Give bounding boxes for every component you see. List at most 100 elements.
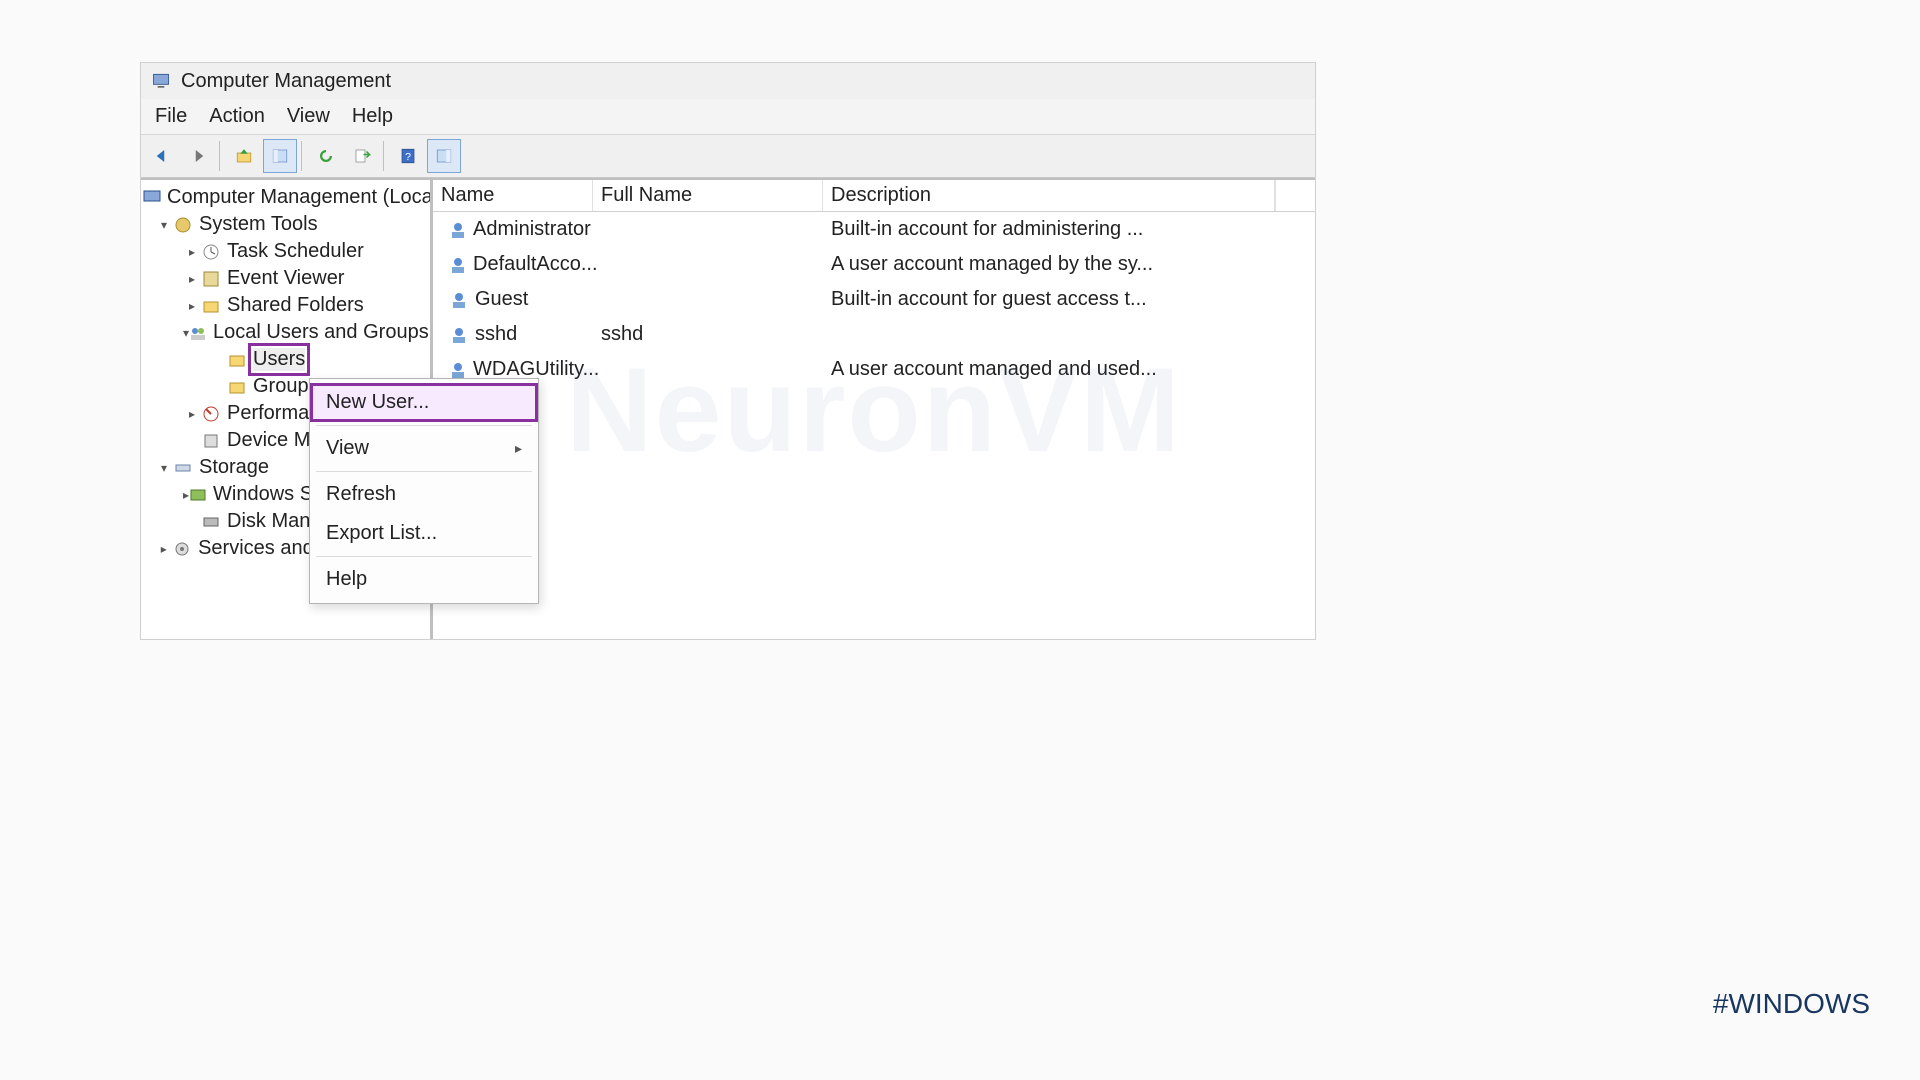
show-pane-button[interactable]: [263, 139, 297, 173]
cm-separator: [316, 556, 532, 557]
list-row[interactable]: WDAGUtility...A user account managed and…: [433, 352, 1315, 387]
cm-new-user[interactable]: New User...: [310, 383, 538, 422]
svg-text:?: ?: [405, 151, 411, 163]
list-header: Name Full Name Description: [433, 180, 1315, 212]
cm-refresh[interactable]: Refresh: [310, 475, 538, 514]
cm-label: New User...: [326, 391, 429, 414]
disk-icon: [201, 512, 221, 532]
toolbar-separator: [219, 141, 223, 171]
user-description: Built-in account for guest access t...: [831, 288, 1147, 310]
list-rows: Administrator Built-in account for admini…: [433, 212, 1315, 387]
tree-label: System Tools: [199, 213, 318, 236]
cm-label: Help: [326, 568, 367, 591]
user-icon: [449, 360, 467, 380]
storage-icon: [173, 458, 193, 478]
tree-task-scheduler[interactable]: ▸ Task Scheduler: [141, 238, 430, 265]
tree-local-users-groups[interactable]: ▾ Local Users and Groups: [141, 319, 430, 346]
cm-separator: [316, 471, 532, 472]
computer-management-icon: [151, 71, 171, 91]
user-icon: [449, 220, 467, 240]
cm-help[interactable]: Help: [310, 560, 538, 599]
tree-label: Users: [253, 348, 305, 371]
event-icon: [201, 269, 221, 289]
expand-icon[interactable]: ▸: [155, 542, 173, 556]
menu-file[interactable]: File: [155, 105, 187, 128]
reflection-effect: [140, 640, 1316, 940]
backup-icon: [189, 485, 207, 505]
expand-icon[interactable]: ▸: [183, 272, 201, 286]
collapse-icon[interactable]: ▾: [155, 461, 173, 475]
tree-label: Task Scheduler: [227, 240, 364, 263]
list-pane: NeuronVM Name Full Name Description Admi…: [433, 180, 1315, 639]
col-name[interactable]: Name: [433, 180, 593, 211]
col-full-name[interactable]: Full Name: [593, 180, 823, 211]
user-full-name: sshd: [601, 323, 643, 345]
window-title: Computer Management: [181, 70, 391, 93]
help-button[interactable]: ?: [391, 139, 425, 173]
col-spacer: [1275, 180, 1315, 211]
user-name: DefaultAcco...: [473, 253, 598, 276]
cm-label: Refresh: [326, 483, 396, 506]
user-name: sshd: [475, 323, 517, 346]
toolbar-separator: [383, 141, 387, 171]
toolbar: ?: [141, 134, 1315, 178]
user-description: A user account managed and used...: [831, 358, 1157, 380]
tree-label: Computer Management (Local): [167, 186, 433, 209]
forward-button[interactable]: [181, 139, 215, 173]
toolbar-separator: [301, 141, 305, 171]
user-icon: [449, 325, 469, 345]
collapse-icon[interactable]: ▾: [155, 218, 173, 232]
folder-icon: [227, 350, 247, 370]
menu-help[interactable]: Help: [352, 105, 393, 128]
tree-shared-folders[interactable]: ▸ Shared Folders: [141, 292, 430, 319]
menubar: File Action View Help: [141, 99, 1315, 134]
hashtag-label: #WINDOWS: [1713, 988, 1870, 1020]
user-description: A user account managed by the sy...: [831, 253, 1153, 275]
cm-separator: [316, 425, 532, 426]
tree-system-tools[interactable]: ▾ System Tools: [141, 211, 430, 238]
export-button[interactable]: [345, 139, 379, 173]
context-menu: New User... View ▸ Refresh Export List...…: [309, 378, 539, 604]
user-icon: [449, 255, 467, 275]
user-description: Built-in account for administering ...: [831, 218, 1143, 240]
cm-view[interactable]: View ▸: [310, 429, 538, 468]
cm-export[interactable]: Export List...: [310, 514, 538, 553]
folder-share-icon: [201, 296, 221, 316]
list-row[interactable]: Guest Built-in account for guest access t…: [433, 282, 1315, 317]
tree-users[interactable]: Users: [141, 346, 430, 373]
clock-icon: [201, 242, 221, 262]
user-name: Guest: [475, 288, 528, 311]
back-button[interactable]: [145, 139, 179, 173]
tree-label: Local Users and Groups: [213, 321, 429, 344]
refresh-button[interactable]: [309, 139, 343, 173]
tree-label: Shared Folders: [227, 294, 364, 317]
menu-view[interactable]: View: [287, 105, 330, 128]
tree-root[interactable]: Computer Management (Local): [141, 184, 430, 211]
tools-icon: [173, 215, 193, 235]
list-row[interactable]: sshd sshd: [433, 317, 1315, 352]
chevron-right-icon: ▸: [515, 440, 522, 457]
cm-label: View: [326, 437, 369, 460]
tree-label: Storage: [199, 456, 269, 479]
tree-event-viewer[interactable]: ▸ Event Viewer: [141, 265, 430, 292]
list-row[interactable]: DefaultAcco... A user account managed by …: [433, 247, 1315, 282]
device-icon: [201, 431, 221, 451]
computer-icon: [143, 188, 161, 208]
titlebar: Computer Management: [141, 63, 1315, 99]
user-name: Administrator: [473, 218, 591, 241]
up-folder-button[interactable]: [227, 139, 261, 173]
action-pane-button[interactable]: [427, 139, 461, 173]
expand-icon[interactable]: ▸: [183, 407, 201, 421]
expand-icon[interactable]: ▸: [183, 299, 201, 313]
cm-label: Export List...: [326, 522, 437, 545]
performance-icon: [201, 404, 221, 424]
user-icon: [449, 290, 469, 310]
menu-action[interactable]: Action: [209, 105, 265, 128]
tree-label: Event Viewer: [227, 267, 344, 290]
col-description[interactable]: Description: [823, 180, 1275, 211]
services-icon: [173, 539, 193, 559]
users-group-icon: [189, 323, 207, 343]
folder-icon: [227, 377, 247, 397]
expand-icon[interactable]: ▸: [183, 245, 201, 259]
list-row[interactable]: Administrator Built-in account for admini…: [433, 212, 1315, 247]
